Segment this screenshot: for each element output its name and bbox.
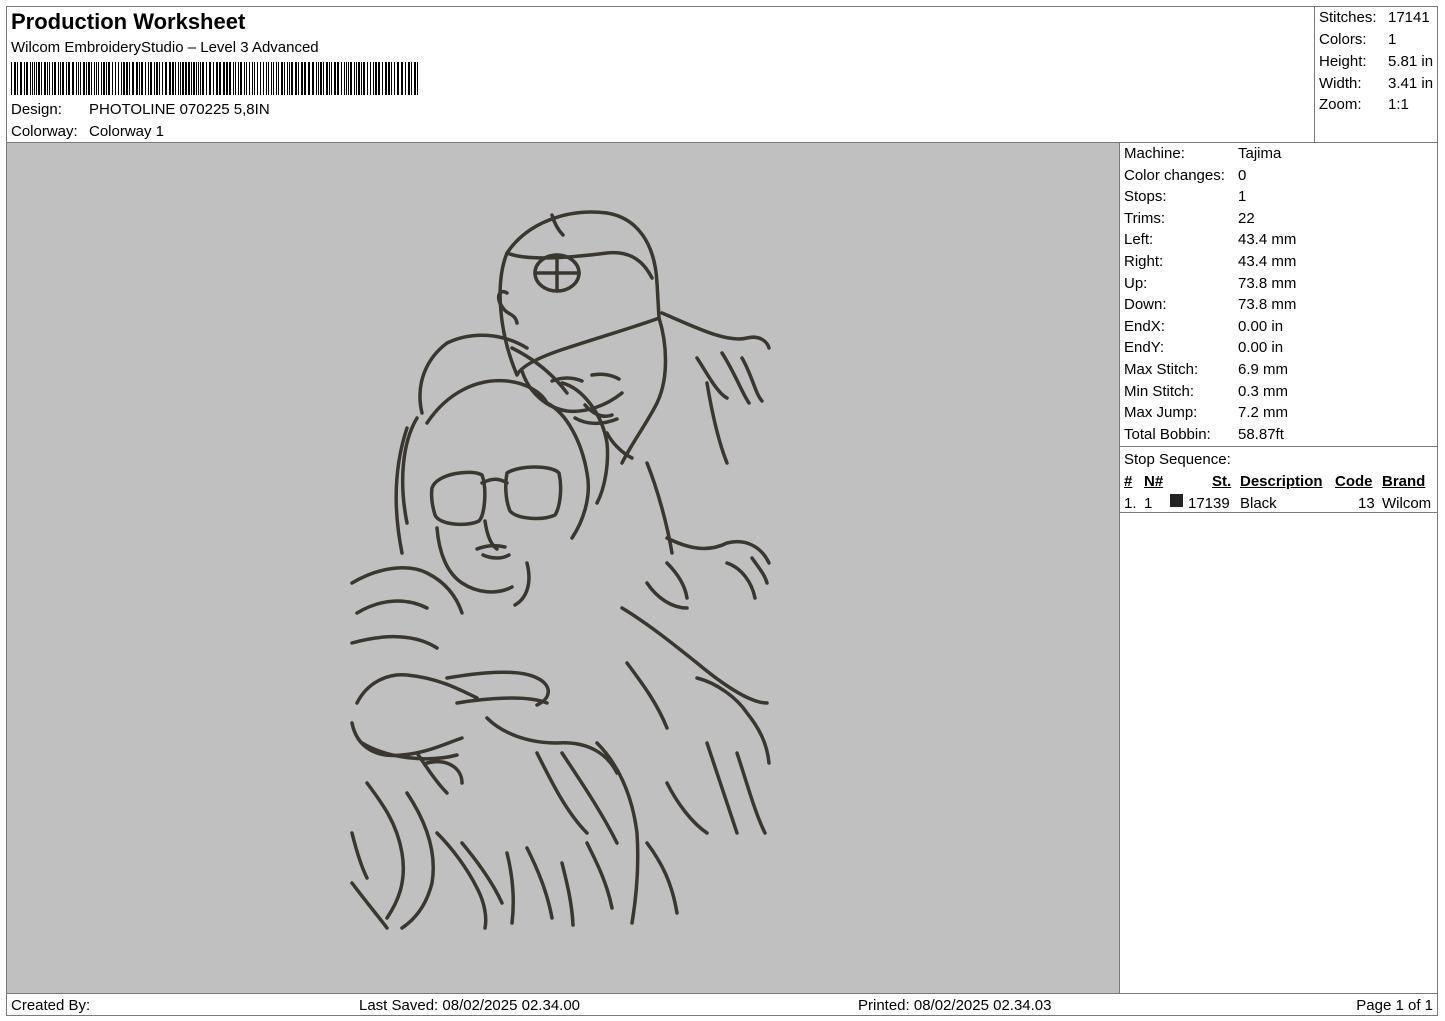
machine-info-label: Min Stitch: (1124, 382, 1195, 400)
machine-info-value: 0.00 in (1238, 317, 1284, 335)
machine-info-row: Min Stitch: 0.3 mm (1124, 383, 1288, 400)
machine-info-value: 73.8 mm (1238, 296, 1297, 314)
colorway-label: Colorway: (11, 123, 78, 140)
last-saved: Last Saved: 08/02/2025 02.34.00 (359, 997, 581, 1014)
width-value: 3.41 in (1388, 75, 1434, 92)
machine-info-label: Total Bobbin: (1124, 425, 1211, 443)
colors-row: Colors: 1 (1319, 31, 1396, 48)
stop-row-index: 1. (1124, 495, 1137, 512)
created-by: Created By: (11, 997, 91, 1014)
machine-info-row: Stops: 1 (1124, 188, 1246, 205)
stop-row-code: 13 (1358, 495, 1375, 512)
design-preview (7, 143, 1120, 993)
machine-info-label: Trims: (1124, 209, 1166, 227)
width-label: Width: (1319, 75, 1362, 92)
machine-info-row: Down: 73.8 mm (1124, 296, 1296, 313)
width-row: Width: 3.41 in (1319, 75, 1433, 92)
document-title: Production Worksheet (11, 9, 246, 34)
stop-row-description: Black (1240, 495, 1277, 512)
height-value: 5.81 in (1388, 53, 1434, 70)
machine-info-value: 0 (1238, 166, 1247, 184)
design-value: PHOTOLINE 070225 5,8IN (89, 101, 270, 118)
design-row: Design: PHOTOLINE 070225 5,8IN (11, 101, 270, 118)
stop-sequence-table: Stop Sequence: # N# St. Description Code… (1120, 447, 1437, 513)
design-label: Design: (11, 101, 62, 118)
machine-info-row: Trims: 22 (1124, 210, 1255, 227)
machine-info-label: Up: (1124, 274, 1148, 292)
machine-info-label: EndX: (1124, 317, 1165, 335)
machine-info-value: 43.4 mm (1238, 253, 1297, 270)
machine-info-row: Color changes: 0 (1124, 167, 1246, 184)
machine-info-row: Right: 43.4 mm (1124, 253, 1296, 270)
machine-info-label: Color changes: (1124, 166, 1225, 184)
machine-info-row: Machine: Tajima (1124, 145, 1281, 162)
machine-info-row: Total Bobbin: 58.87ft (1124, 426, 1284, 443)
machine-info-label: Stops: (1124, 188, 1167, 206)
machine-info-value: 6.9 mm (1238, 361, 1289, 378)
machine-info-value: 22 (1238, 209, 1255, 227)
machine-info-row: Max Jump: 7.2 mm (1124, 404, 1288, 421)
zoom-value: 1:1 (1388, 96, 1409, 113)
machine-info-label: Right: (1124, 253, 1164, 270)
col-n-header: N# (1144, 473, 1164, 490)
stop-sequence-title: Stop Sequence: (1124, 451, 1231, 468)
zoom-label: Zoom: (1319, 96, 1362, 113)
height-row: Height: 5.81 in (1319, 53, 1433, 70)
machine-info-value: 58.87ft (1238, 425, 1284, 443)
worksheet: Production Worksheet Wilcom EmbroiderySt… (6, 6, 1438, 1016)
height-label: Height: (1319, 53, 1367, 70)
header-panel: Production Worksheet Wilcom EmbroiderySt… (7, 7, 1315, 143)
application-name: Wilcom EmbroideryStudio – Level 3 Advanc… (11, 39, 319, 56)
machine-info-value: 1 (1238, 188, 1247, 206)
machine-info-panel: Machine: Tajima Color changes: 0 Stops: 1 Trim… (1120, 143, 1437, 993)
machine-info-label: Machine: (1124, 145, 1185, 162)
machine-info-label: Down: (1124, 296, 1167, 314)
col-brand-header: Brand (1382, 473, 1426, 490)
machine-info-label: Max Stitch: (1124, 361, 1199, 378)
machine-info-label: Max Jump: (1124, 404, 1198, 422)
colors-label: Colors: (1319, 31, 1367, 48)
stitches-label: Stitches: (1319, 9, 1377, 26)
machine-info-value: Tajima (1238, 145, 1282, 162)
col-code-header: Code (1335, 473, 1373, 490)
barcode (11, 62, 418, 95)
machine-info-row: Up: 73.8 mm (1124, 275, 1296, 292)
stop-row-n: 1 (1144, 495, 1153, 512)
footer: Created By: Last Saved: 08/02/2025 02.34… (7, 993, 1437, 1015)
stop-row-stitches: 17139 (1188, 495, 1230, 512)
machine-info-label: EndY: (1124, 339, 1165, 357)
machine-info-table: Machine: Tajima Color changes: 0 Stops: 1 Trim… (1120, 143, 1437, 447)
printed-date: Printed: 08/02/2025 02.34.03 (858, 997, 1052, 1014)
stitches-value: 17141 (1388, 9, 1430, 26)
machine-info-label: Left: (1124, 231, 1154, 249)
machine-info-value: 0.3 mm (1238, 382, 1289, 400)
col-stitches-header: St. (1212, 473, 1232, 490)
machine-info-row: EndX: 0.00 in (1124, 318, 1283, 335)
col-description-header: Description (1240, 473, 1323, 490)
colorway-value: Colorway 1 (89, 123, 165, 140)
embroidery-design-image (350, 210, 771, 930)
machine-info-value: 7.2 mm (1238, 404, 1289, 422)
machine-info-row: Left: 43.4 mm (1124, 231, 1296, 248)
machine-info-value: 73.8 mm (1238, 274, 1297, 292)
colors-value: 1 (1388, 31, 1397, 48)
machine-info-row: Max Stitch: 6.9 mm (1124, 361, 1288, 378)
col-index-header: # (1124, 473, 1133, 490)
machine-info-row: EndY: 0.00 in (1124, 339, 1283, 356)
colorway-row: Colorway: Colorway 1 (11, 123, 164, 140)
stop-row-brand: Wilcom (1382, 495, 1432, 512)
summary-panel: Stitches: 17141 Colors: 1 Height: 5.81 in W… (1315, 7, 1437, 143)
machine-info-value: 43.4 mm (1238, 231, 1297, 249)
page-number: Page 1 of 1 (1356, 997, 1433, 1014)
machine-info-value: 0.00 in (1238, 339, 1284, 357)
stitches-row: Stitches: 17141 (1319, 9, 1430, 26)
zoom-row: Zoom: 1:1 (1319, 96, 1409, 113)
color-swatch (1170, 494, 1183, 507)
